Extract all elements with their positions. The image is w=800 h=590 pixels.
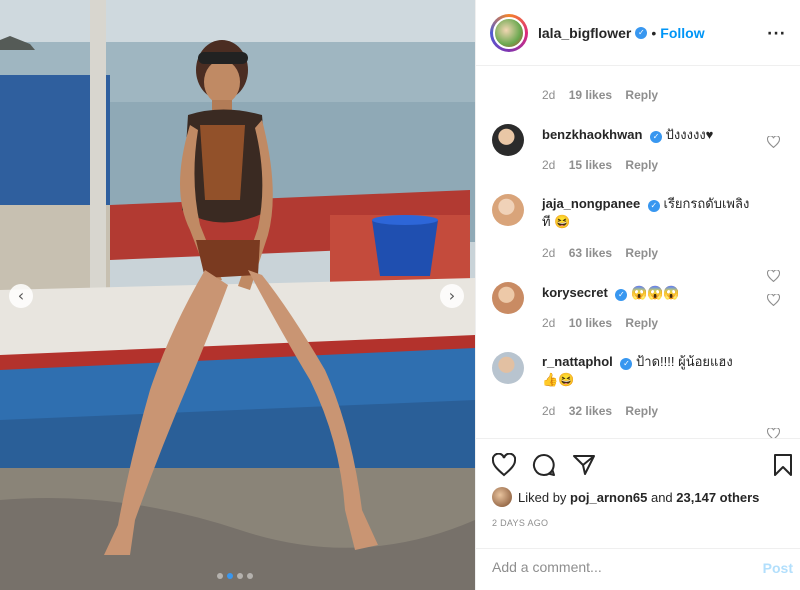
- comment-text: 😱😱😱: [631, 285, 680, 300]
- next-photo-button[interactable]: ›: [440, 284, 464, 308]
- like-comment-heart-icon[interactable]: [767, 136, 780, 148]
- comment-text: เรียกรถดับเพลิง: [663, 196, 750, 211]
- separator: •: [651, 24, 657, 41]
- verified-badge-icon: ✓: [615, 289, 628, 301]
- add-comment-input[interactable]: [492, 559, 732, 575]
- bookmark-icon[interactable]: [771, 453, 795, 477]
- carousel-dot: [217, 573, 223, 579]
- comment-meta-partial: 2d 19 likes Reply: [542, 88, 668, 102]
- post-photo[interactable]: ‹ ›: [0, 0, 475, 590]
- previous-photo-button[interactable]: ‹: [9, 284, 33, 308]
- comment-likes[interactable]: 10 likes: [569, 316, 612, 330]
- commenter-avatar[interactable]: [492, 194, 524, 226]
- comment-body: korysecret ✓ 😱😱😱: [542, 284, 762, 302]
- comment-body: r_nattaphol ✓ ป้าด!!!! ผู้น้อยแฮง 👍😆: [542, 353, 762, 389]
- comment-text-line2: 👍😆: [542, 372, 575, 387]
- verified-badge-icon: ✓: [650, 131, 663, 143]
- verified-badge-icon: ✓: [620, 358, 633, 370]
- carousel-indicator: [217, 573, 253, 579]
- liker-username[interactable]: poj_arnon65: [570, 490, 647, 505]
- comment-age: 2d: [542, 158, 556, 172]
- comment-body: benzkhaokhwan ✓ ปังงงงง♥: [542, 126, 762, 144]
- more-options-icon[interactable]: ···: [767, 26, 786, 42]
- commenter-avatar[interactable]: [492, 282, 524, 314]
- verified-badge-icon: ✓: [647, 200, 660, 212]
- reply-button[interactable]: Reply: [625, 246, 658, 260]
- likes-count[interactable]: 23,147 others: [676, 490, 759, 505]
- reply-button[interactable]: Reply: [625, 404, 658, 418]
- comment-meta: 2d 10 likes Reply: [542, 316, 668, 330]
- chevron-left-icon: ‹: [17, 286, 25, 305]
- reply-button[interactable]: Reply: [625, 88, 658, 102]
- reply-button[interactable]: Reply: [625, 316, 658, 330]
- comment-meta: 2d 32 likes Reply: [542, 404, 668, 418]
- comment-age: 2d: [542, 88, 556, 102]
- commenter-username[interactable]: jaja_nongpanee: [542, 196, 640, 211]
- like-comment-heart-icon[interactable]: [767, 428, 780, 438]
- post-side-panel: lala_bigflower ✓ • Follow ··· 2d 19 like…: [475, 0, 800, 590]
- carousel-dot-active: [227, 573, 233, 579]
- commenter-username[interactable]: benzkhaokhwan: [542, 127, 642, 142]
- comment-icon[interactable]: [532, 453, 556, 477]
- comment-likes[interactable]: 19 likes: [569, 88, 612, 102]
- comment-age: 2d: [542, 246, 556, 260]
- commenter-username[interactable]: korysecret: [542, 285, 608, 300]
- comment-age: 2d: [542, 404, 556, 418]
- beach-boat-photo: [0, 0, 475, 590]
- like-comment-heart-icon[interactable]: [767, 270, 780, 282]
- liked-by-prefix: Liked by: [518, 489, 567, 505]
- like-comment-heart-icon[interactable]: [767, 294, 780, 306]
- post-actions: Liked by poj_arnon65 and 23,147 others 2…: [476, 438, 800, 548]
- liked-by-summary: Liked by poj_arnon65 and 23,147 others: [492, 487, 759, 507]
- comment-likes[interactable]: 63 likes: [569, 246, 612, 260]
- comment-text: ปังงงงง♥: [665, 127, 714, 142]
- comment-text: ป้าด!!!! ผู้น้อยแฮง: [636, 354, 733, 369]
- reply-button[interactable]: Reply: [625, 158, 658, 172]
- commenter-avatar[interactable]: [492, 352, 524, 384]
- carousel-dot: [247, 573, 253, 579]
- comments-list[interactable]: 2d 19 likes Reply benzkhaokhwan ✓ ปังงงง…: [476, 66, 800, 438]
- carousel-dot: [237, 573, 243, 579]
- heart-icon[interactable]: [492, 453, 516, 477]
- liked-by-and: and: [650, 489, 673, 505]
- post-header: lala_bigflower ✓ • Follow ···: [476, 0, 800, 66]
- author-username[interactable]: lala_bigflower: [538, 25, 631, 41]
- commenter-avatar[interactable]: [492, 124, 524, 156]
- chevron-right-icon: ›: [448, 286, 456, 305]
- comment-body: jaja_nongpanee ✓ เรียกรถดับเพลิง ที 😆: [542, 195, 762, 231]
- comment-composer: Post: [476, 548, 800, 590]
- post-date: 2 DAYS AGO: [492, 518, 549, 528]
- author-avatar[interactable]: [490, 13, 528, 52]
- commenter-username[interactable]: r_nattaphol: [542, 354, 613, 369]
- verified-badge-icon: ✓: [635, 26, 648, 39]
- liker-avatar[interactable]: [492, 487, 512, 507]
- comment-age: 2d: [542, 316, 556, 330]
- follow-button[interactable]: Follow: [660, 25, 704, 41]
- post-comment-button[interactable]: Post: [763, 560, 793, 576]
- share-icon[interactable]: [572, 453, 596, 477]
- comment-meta: 2d 63 likes Reply: [542, 246, 668, 260]
- comment-text-line2: ที 😆: [542, 214, 571, 229]
- comment-meta: 2d 15 likes Reply: [542, 158, 668, 172]
- comment-likes[interactable]: 15 likes: [569, 158, 612, 172]
- comment-likes[interactable]: 32 likes: [569, 404, 612, 418]
